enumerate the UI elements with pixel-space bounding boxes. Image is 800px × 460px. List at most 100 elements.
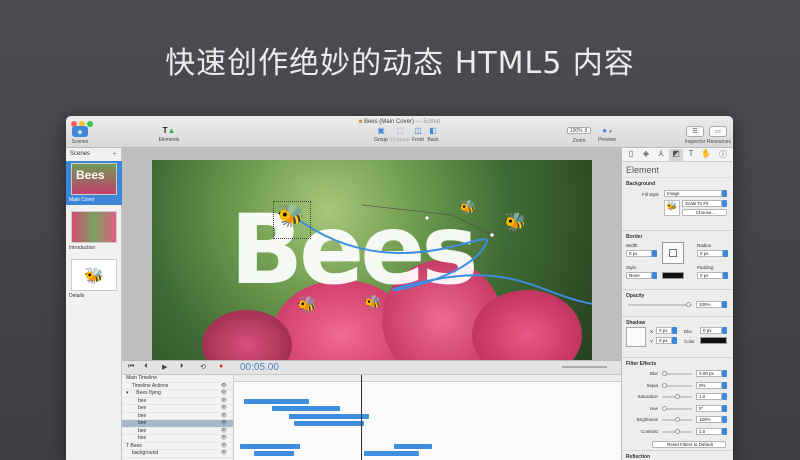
border-color-well[interactable] (662, 272, 684, 279)
visibility-icon[interactable]: 👁 (221, 383, 227, 390)
filter-stepper[interactable] (722, 370, 727, 377)
preview-button[interactable]: ● ▾ Preview (596, 126, 618, 143)
element-inspector-icon[interactable]: ◩ (669, 149, 683, 161)
record-icon[interactable]: ● (219, 363, 223, 370)
go-to-start-icon[interactable]: ⏮ (128, 363, 134, 371)
stage[interactable]: Bees 🐝 🐝 🐝 🐝 🐝 (152, 160, 592, 360)
back-button[interactable]: ◧ Back (426, 126, 440, 143)
animation-bar[interactable] (364, 451, 419, 456)
border-radius-field[interactable]: 0 px (697, 250, 723, 257)
group-button[interactable]: ▣ Group (373, 126, 389, 143)
shadow-blur-field[interactable]: 0 px (700, 327, 722, 334)
opacity-slider-knob[interactable] (686, 302, 691, 307)
filter-slider[interactable] (662, 382, 692, 388)
border-width-stepper[interactable] (652, 250, 657, 257)
image-well[interactable]: 🐝 (664, 200, 680, 216)
visibility-icon[interactable]: 👁 (221, 390, 227, 397)
visibility-icon[interactable]: 👁 (221, 450, 227, 457)
step-forward-icon[interactable]: ⏵ (180, 363, 184, 371)
visibility-icon[interactable]: 👁 (221, 428, 227, 435)
bee-image[interactable]: 🐝 (504, 212, 526, 233)
fill-style-stepper[interactable] (722, 190, 727, 197)
filter-stepper[interactable] (722, 427, 727, 435)
timeline-row[interactable]: ▾ 🗀 Bees flying 👁 (122, 390, 233, 398)
info-inspector-icon[interactable]: ⓘ (716, 149, 730, 161)
document-inspector-icon[interactable]: ▯ (624, 149, 638, 161)
opacity-stepper[interactable] (722, 301, 727, 308)
visibility-icon[interactable]: 👁 (221, 405, 227, 412)
actions-inspector-icon[interactable]: ✋ (699, 149, 713, 161)
filter-slider-knob[interactable] (662, 382, 667, 388)
border-style-select[interactable]: None (626, 272, 652, 279)
scale-select[interactable]: Scale To Fit (682, 200, 722, 207)
visibility-icon[interactable]: 👁 (221, 435, 227, 442)
resources-toolbar-button[interactable]: ▭ Resources (707, 126, 731, 145)
animation-bar[interactable] (240, 443, 300, 449)
timeline-row[interactable]: T Bees 👁 (122, 443, 233, 450)
filter-slider-knob[interactable] (675, 417, 680, 422)
filter-stepper[interactable] (722, 393, 727, 400)
shadow-y-stepper[interactable] (672, 337, 677, 344)
filter-value-field[interactable]: 0.00 px (696, 370, 722, 377)
timeline-row[interactable]: bee 👁 (122, 435, 233, 443)
filter-slider-knob[interactable] (662, 371, 667, 376)
bee-image[interactable]: 🐝 (297, 295, 317, 314)
filter-slider[interactable] (662, 371, 692, 376)
filter-slider[interactable] (662, 428, 692, 434)
filter-slider-knob[interactable] (662, 405, 667, 411)
filter-slider-knob[interactable] (675, 428, 680, 434)
filter-stepper[interactable] (722, 381, 727, 389)
filter-slider[interactable] (662, 405, 692, 411)
layers-inspector-icon[interactable]: ◈ (639, 149, 653, 161)
filter-value-field[interactable]: 0° (696, 404, 722, 412)
animation-inspector-icon[interactable]: ⅄ (654, 149, 668, 161)
loop-icon[interactable]: ⟲ (200, 363, 206, 371)
filter-slider[interactable] (662, 417, 692, 422)
animation-bar[interactable] (254, 451, 294, 456)
playhead[interactable] (361, 375, 362, 460)
add-scene-button[interactable]: + (112, 149, 117, 158)
shadow-color-well[interactable] (700, 337, 727, 344)
choose-image-button[interactable]: Choose... (682, 209, 727, 216)
timeline-row[interactable]: bee 👁 (122, 413, 233, 420)
filter-value-field[interactable]: 0% (696, 381, 722, 389)
shadow-offset-widget[interactable] (626, 327, 646, 347)
animation-bar[interactable] (272, 406, 340, 411)
timeline-row[interactable]: Timeline Actions 👁 (122, 383, 233, 390)
ungroup-button[interactable]: ▢ Ungroup (390, 126, 410, 143)
timeline-row[interactable]: bee 👁 (122, 420, 233, 428)
elements-toolbar-button[interactable]: T▲ Elements (158, 126, 180, 143)
timeline-row[interactable]: bee 👁 (122, 428, 233, 435)
filter-stepper[interactable] (722, 416, 727, 423)
timeline-row[interactable]: bee 👁 (122, 405, 233, 413)
scene-details[interactable]: 🐝 Details (66, 257, 122, 301)
visibility-icon[interactable]: 👁 (221, 413, 227, 420)
shadow-x-stepper[interactable] (672, 327, 677, 334)
timeline-row[interactable]: Main Timeline (122, 375, 233, 383)
animation-bar[interactable] (289, 413, 369, 419)
shadow-y-field[interactable]: 0 px (656, 337, 672, 344)
timeline-row[interactable]: background 👁 (122, 450, 233, 458)
zoom-field[interactable]: 100% ⇕ (567, 127, 591, 134)
timeline-row[interactable]: bee 👁 (122, 398, 233, 405)
visibility-icon[interactable]: 👁 (221, 420, 227, 427)
bee-image[interactable]: 🐝 (459, 200, 476, 216)
text-inspector-icon[interactable]: T (684, 149, 698, 161)
bee-image[interactable]: 🐝 (364, 295, 381, 311)
timeline-track[interactable] (234, 375, 621, 460)
visibility-icon[interactable]: 👁 (221, 398, 227, 405)
animation-bar[interactable] (294, 421, 364, 426)
shadow-blur-stepper[interactable] (722, 327, 727, 334)
filter-value-field[interactable]: 1.0 (696, 427, 722, 435)
motion-path[interactable] (152, 160, 592, 360)
shadow-x-field[interactable]: 0 px (656, 327, 672, 334)
opacity-field[interactable]: 100% (696, 301, 722, 308)
zoom-timeline-slider[interactable] (562, 366, 607, 368)
bee-image[interactable]: 🐝 (277, 204, 304, 229)
filter-slider[interactable] (662, 394, 692, 399)
front-button[interactable]: ◫ Front (411, 126, 425, 143)
padding-field[interactable]: 0 px (697, 272, 723, 279)
reset-filters-button[interactable]: Reset Filters to Default (652, 441, 726, 448)
scale-stepper[interactable] (722, 200, 727, 207)
fill-style-select[interactable]: Image (664, 190, 722, 197)
